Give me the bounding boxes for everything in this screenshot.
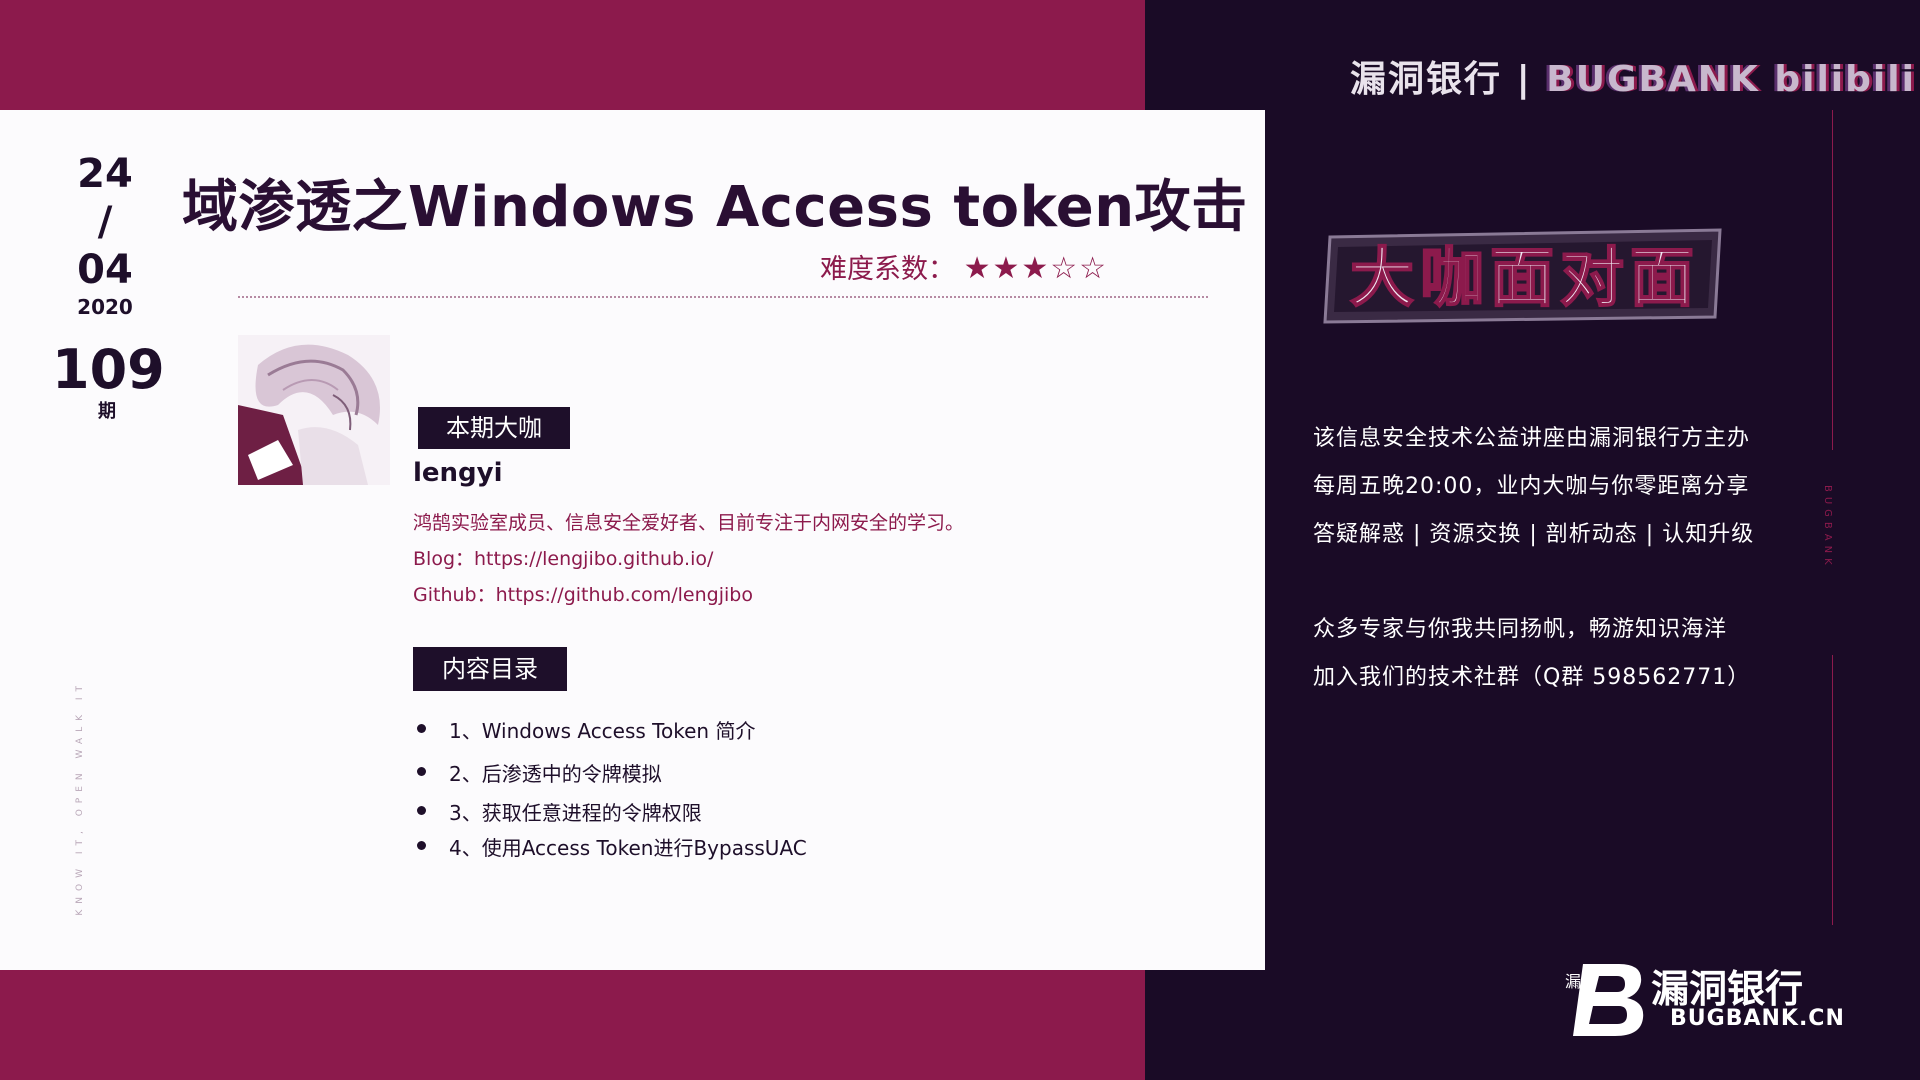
toc-item: 1、Windows Access Token 简介 [413, 715, 807, 744]
speaker-name: lengyi [413, 458, 503, 488]
promo-line-2: 每周五晚20:00，业内大咖与你零距离分享 [1313, 474, 1750, 499]
toc-item: 2、后渗透中的令牌模拟 [413, 758, 807, 787]
toc-list: 1、Windows Access Token 简介 2、后渗透中的令牌模拟 3、… [413, 715, 807, 860]
promo-line-3: 答疑解惑 | 资源交换 | 剖析动态 | 认知升级 [1313, 522, 1755, 547]
speaker-tag: 本期大咖 [418, 407, 570, 449]
speaker-github-link[interactable]: Github：https://github.com/lengjibo [413, 580, 753, 607]
date-month: 04 [77, 247, 133, 293]
promo-line-4: 众多专家与你我共同扬帆，畅游知识海洋 [1313, 617, 1728, 642]
dakamianduimian-logo: 大咖面对面 [1320, 222, 1730, 332]
top-maroon-band [0, 0, 1145, 110]
difficulty-rating: 难度系数： ★★★☆☆ [820, 247, 1108, 286]
bugbank-footer-logo: 漏 漏洞银行 BUGBANK.CN [1565, 958, 1845, 1040]
bottom-maroon-band [0, 970, 1145, 1080]
bilibili-logo: bilibili [1774, 59, 1916, 100]
date-block: 24 / 04 2020 [60, 150, 150, 320]
toc-item: 4、使用Access Token进行BypassUAC [413, 832, 807, 861]
promo-line-1: 该信息安全技术公益讲座由漏洞银行方主办 [1313, 426, 1751, 451]
vertical-divider-bottom [1832, 655, 1833, 925]
bugbank-b-icon [1573, 964, 1644, 1036]
toc-item: 3、获取任意进程的令牌权限 [413, 797, 807, 826]
vertical-brand-text: BUGBANK [1822, 485, 1833, 570]
issue-suffix: 期 [98, 401, 116, 422]
difficulty-label: 难度系数： [820, 254, 955, 285]
dotted-divider [238, 296, 1208, 298]
footer-tiny-text: 漏 [1565, 972, 1582, 991]
speaker-avatar [238, 335, 390, 485]
issue-block: 109 期 [52, 338, 165, 424]
logo-text: 大咖面对面 [1350, 242, 1700, 316]
speaker-description: 鸿鹄实验室成员、信息安全爱好者、目前专注于内网安全的学习。 [413, 512, 965, 534]
date-year: 2020 [77, 295, 133, 319]
brand-divider: | [1516, 59, 1532, 100]
speaker-blog-link[interactable]: Blog：https://lengjibo.github.io/ [413, 544, 713, 571]
brand-en: BUGBANK [1546, 59, 1760, 100]
toc-tag: 内容目录 [413, 647, 567, 691]
promo-line-5: 加入我们的技术社群（Q群 598562771） [1313, 665, 1751, 690]
footer-brand-cn: 漏洞银行 [1651, 967, 1804, 1011]
vertical-divider-top [1832, 110, 1833, 450]
date-separator: / [97, 199, 113, 245]
side-vertical-text: KNOW IT, OPEN WALK IT [75, 680, 85, 916]
footer-brand-en: BUGBANK.CN [1670, 1006, 1845, 1031]
brand-cn: 漏洞银行 [1350, 59, 1503, 100]
page-title: 域渗透之Windows Access token攻击 [182, 175, 1248, 240]
issue-number: 109 [52, 338, 165, 401]
date-day: 24 [77, 151, 133, 197]
header-brand: 漏洞银行 | BUGBANK bilibili [1350, 50, 1916, 102]
star-rating-icon: ★★★☆☆ [963, 251, 1109, 286]
